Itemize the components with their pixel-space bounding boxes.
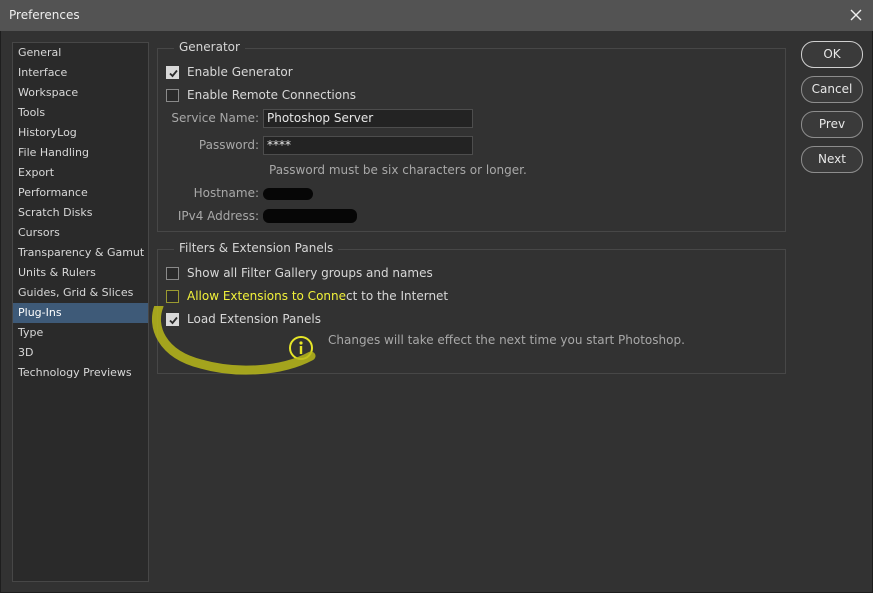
checkbox-unchecked-icon[interactable] — [166, 289, 179, 303]
sidebar-item-workspace[interactable]: Workspace — [13, 83, 148, 103]
load-extension-panels-label: Load Extension Panels — [187, 312, 321, 326]
show-filter-gallery-checkbox[interactable]: Show all Filter Gallery groups and names — [166, 265, 433, 281]
password-hint: Password must be six characters or longe… — [269, 163, 527, 177]
allow-extensions-label-rest: ct to the Internet — [346, 289, 449, 303]
checkbox-checked-icon[interactable] — [166, 65, 179, 79]
title-bar: Preferences — [0, 0, 873, 31]
ipv4-redacted — [263, 209, 357, 223]
ipv4-address-label: IPv4 Address: — [177, 209, 259, 223]
enable-remote-connections-checkbox[interactable]: Enable Remote Connections — [166, 87, 356, 103]
sidebar-item-export[interactable]: Export — [13, 163, 148, 183]
checkbox-unchecked-icon[interactable] — [166, 266, 179, 280]
sidebar-item-units-rulers[interactable]: Units & Rulers — [13, 263, 148, 283]
sidebar-item-cursors[interactable]: Cursors — [13, 223, 148, 243]
sidebar-item-history-log[interactable]: HistoryLog — [13, 123, 148, 143]
filters-extension-panels-title: Filters & Extension Panels — [174, 241, 339, 255]
sidebar-item-type[interactable]: Type — [13, 323, 148, 343]
enable-generator-checkbox[interactable]: Enable Generator — [166, 64, 293, 80]
sidebar-item-general[interactable]: General — [13, 43, 148, 63]
sidebar-item-performance[interactable]: Performance — [13, 183, 148, 203]
sidebar-item-interface[interactable]: Interface — [13, 63, 148, 83]
sidebar-item-3d[interactable]: 3D — [13, 343, 148, 363]
window-title: Preferences — [9, 8, 80, 22]
next-button[interactable]: Next — [801, 146, 863, 173]
enable-generator-label: Enable Generator — [187, 65, 293, 79]
info-icon — [288, 335, 314, 361]
show-filter-gallery-label: Show all Filter Gallery groups and names — [187, 266, 433, 280]
prev-button[interactable]: Prev — [801, 111, 863, 138]
preferences-dialog: General Interface Workspace Tools Histor… — [0, 31, 873, 593]
password-input[interactable]: **** — [263, 136, 473, 155]
allow-extensions-internet-checkbox[interactable]: Allow Extensions to Conne ct to the Inter… — [166, 288, 448, 304]
hostname-redacted — [263, 188, 313, 200]
cancel-button[interactable]: Cancel — [801, 76, 863, 103]
sidebar-item-plug-ins[interactable]: Plug-Ins — [13, 303, 148, 323]
sidebar-item-tools[interactable]: Tools — [13, 103, 148, 123]
checkbox-checked-icon[interactable] — [166, 312, 179, 326]
sidebar-item-technology-previews[interactable]: Technology Previews — [13, 363, 148, 383]
generator-group-title: Generator — [174, 40, 245, 54]
sidebar-item-guides-grid-slices[interactable]: Guides, Grid & Slices — [13, 283, 148, 303]
preferences-sidebar: General Interface Workspace Tools Histor… — [12, 42, 149, 582]
password-label: Password: — [198, 138, 259, 152]
service-name-label: Service Name: — [171, 111, 259, 125]
sidebar-item-scratch-disks[interactable]: Scratch Disks — [13, 203, 148, 223]
close-icon[interactable] — [845, 4, 867, 26]
enable-remote-connections-label: Enable Remote Connections — [187, 88, 356, 102]
restart-note: Changes will take effect the next time y… — [328, 333, 685, 347]
ok-button[interactable]: OK — [801, 41, 863, 68]
service-name-input[interactable]: Photoshop Server — [263, 109, 473, 128]
checkbox-unchecked-icon[interactable] — [166, 88, 179, 102]
sidebar-item-file-handling[interactable]: File Handling — [13, 143, 148, 163]
sidebar-item-transparency-gamut[interactable]: Transparency & Gamut — [13, 243, 148, 263]
hostname-label: Hostname: — [193, 186, 259, 200]
allow-extensions-label-highlighted: Allow Extensions to Conne — [187, 289, 346, 303]
load-extension-panels-checkbox[interactable]: Load Extension Panels — [166, 311, 321, 327]
